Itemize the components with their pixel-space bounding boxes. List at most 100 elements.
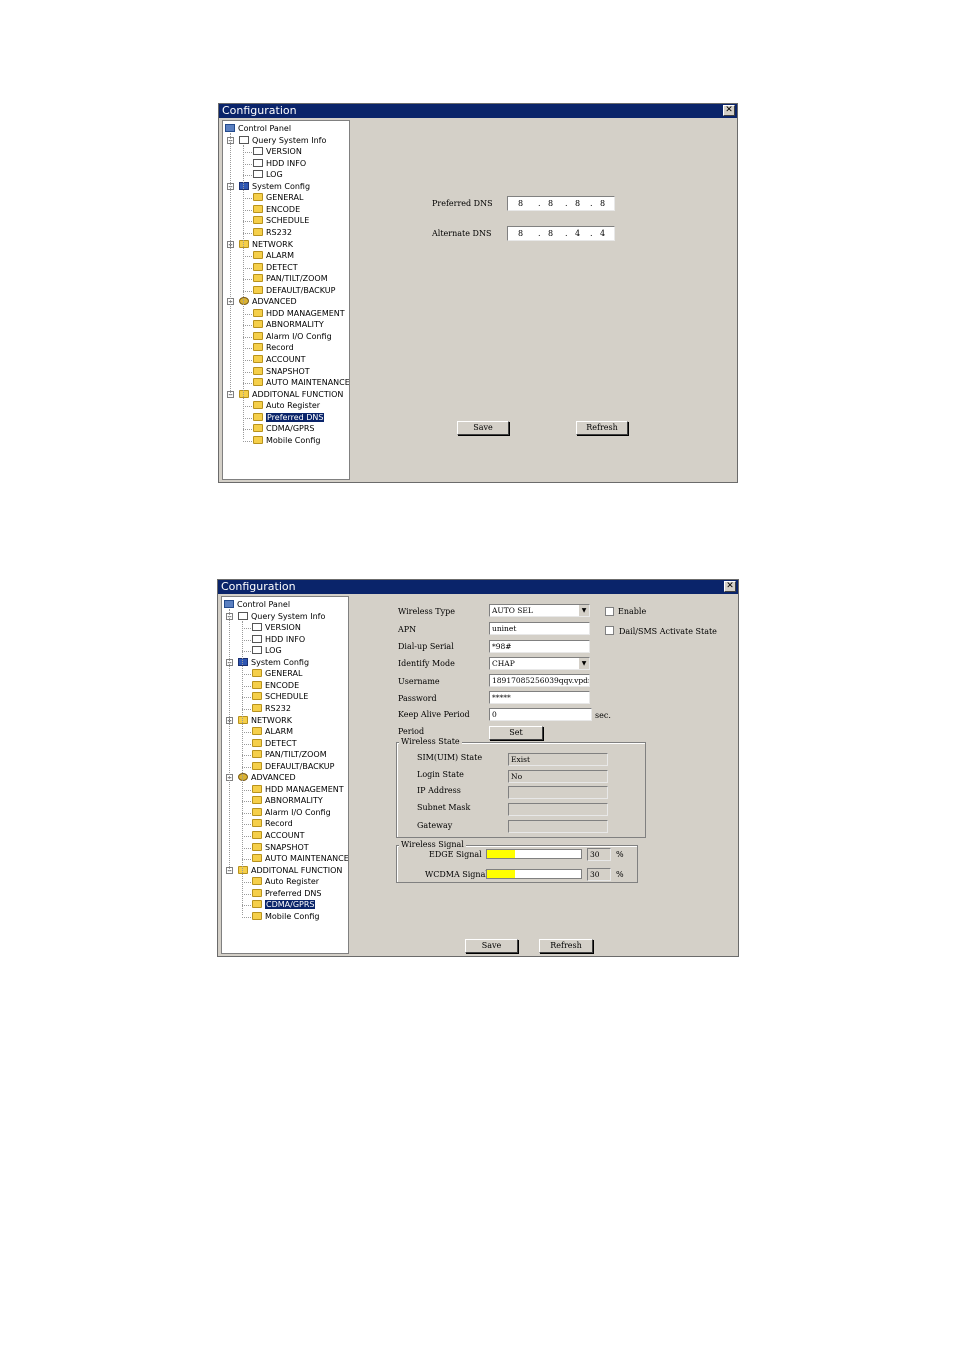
ip-octet: 8 [600,199,606,208]
refresh-button[interactable]: Refresh [576,421,628,435]
tree-item[interactable]: HDD INFO [253,158,306,169]
folder-icon [252,831,262,839]
alternate-dns-input[interactable]: 8. 8. 4. 4 [507,226,615,241]
username-input[interactable]: 18917085256039qqv.vpdn [489,674,590,687]
identify-mode-select[interactable]: CHAP ▼ [489,657,590,670]
tree-item[interactable]: AUTO MAINTENANCE [253,377,349,388]
tree-item[interactable]: ACCOUNT [253,354,306,365]
wireless-type-label: Wireless Type [398,607,455,616]
dialup-serial-input[interactable]: *98# [489,640,590,653]
tree-item[interactable]: PAN/TILT/ZOOM [253,273,328,284]
edge-percent: % [616,850,624,859]
tree-item[interactable]: Record [252,818,293,829]
tree-item[interactable]: CDMA/GPRS [252,899,316,910]
wireless-type-select[interactable]: AUTO SEL ▼ [489,604,590,617]
tree-item[interactable]: Preferred DNS [252,888,321,899]
tree-item-label: Alarm I/O Config [266,331,332,341]
save-button[interactable]: Save [457,421,509,435]
tree-item[interactable]: Mobile Config [253,435,320,446]
tree-item-label: CDMA/GPRS [266,424,315,434]
folder-icon [252,703,262,712]
save-button[interactable]: Save [465,939,518,953]
close-icon[interactable]: ✕ [723,105,735,116]
tree-item[interactable]: Control Panel [224,599,290,610]
tree-item[interactable]: NETWORK [239,239,293,250]
tree-item[interactable]: AUTO MAINTENANCE [252,853,349,864]
tree-item[interactable]: VERSION [253,146,302,157]
tree-item[interactable]: NETWORK [238,715,292,726]
note-icon [252,623,262,632]
set-button[interactable]: Set [489,726,543,740]
tree-item[interactable]: Record [253,342,294,353]
tree-item[interactable]: Auto Register [252,876,319,887]
tree-item[interactable]: ENCODE [252,680,299,691]
tree-item-label: HDD INFO [266,158,307,168]
tree-item[interactable]: ENCODE [253,204,300,215]
tree-item[interactable]: Mobile Config [252,911,319,922]
tree-item[interactable]: GENERAL [252,668,302,679]
password-input[interactable]: ***** [489,691,590,704]
tree-item[interactable]: Alarm I/O Config [253,331,332,342]
folder-icon [253,308,263,317]
tree-item[interactable]: ADDITONAL FUNCTION [238,865,342,876]
period-label: Period [398,727,425,736]
ip-octet: 8 [548,229,554,238]
apn-input[interactable]: uninet [489,622,590,635]
keep-alive-label: Keep Alive Period [398,710,470,719]
tree-item[interactable]: DETECT [252,738,297,749]
enable-checkbox[interactable] [605,607,614,616]
tree-item[interactable]: HDD MANAGEMENT [252,784,344,795]
tree-item[interactable]: GENERAL [253,192,303,203]
refresh-button[interactable]: Refresh [539,939,593,953]
tree-item[interactable]: DETECT [253,262,298,273]
folder-icon [253,193,263,202]
tree-item[interactable]: LOG [253,169,283,180]
tree-item[interactable]: ADVANCED [239,296,297,307]
tree-item[interactable]: HDD MANAGEMENT [253,308,345,319]
tree-item[interactable]: RS232 [252,703,291,714]
tree-item[interactable]: CDMA/GPRS [253,423,314,434]
tree-item[interactable]: ABNORMALITY [253,319,324,330]
tree-item[interactable]: VERSION [252,622,301,633]
tree-item[interactable]: SCHEDULE [252,691,308,702]
tree-item-label: Mobile Config [265,911,320,921]
note-icon [238,611,248,620]
tree-item[interactable]: ALARM [252,726,293,737]
tree-item[interactable]: Auto Register [253,400,320,411]
tree-item[interactable]: SNAPSHOT [253,366,310,377]
tree-item[interactable]: Preferred DNS [253,412,325,423]
close-icon[interactable]: ✕ [724,581,736,592]
tree-item[interactable]: Control Panel [225,123,291,134]
tree-item[interactable]: SCHEDULE [253,215,309,226]
tree-item[interactable]: System Config [239,181,310,192]
tree-item[interactable]: Query System Info [239,135,326,146]
preferred-dns-input[interactable]: 8. 8. 8. 8 [507,196,615,211]
folder-icon [252,911,262,920]
tree-item-label: Record [265,819,293,829]
keep-alive-input[interactable]: 0 [489,708,592,721]
tree-item[interactable]: Alarm I/O Config [252,807,331,818]
tree-item[interactable]: HDD INFO [252,634,305,645]
tree-item-label: AUTO MAINTENANCE [265,854,349,864]
chevron-down-icon[interactable]: ▼ [578,658,589,669]
tree-item[interactable]: LOG [252,645,282,656]
tree-item[interactable]: Query System Info [238,611,325,622]
chevron-down-icon[interactable]: ▼ [578,605,589,616]
tree-item[interactable]: ADVANCED [238,772,296,783]
tree-item[interactable]: RS232 [253,227,292,238]
tree-item-label: SNAPSHOT [265,842,309,852]
folder-icon [252,750,262,759]
dial-sms-checkbox[interactable] [605,626,614,635]
tree-item[interactable]: DEFAULT/BACKUP [253,285,335,296]
tree-item[interactable]: PAN/TILT/ZOOM [252,749,327,760]
system-icon [238,657,248,666]
tree-item[interactable]: ALARM [253,250,294,261]
tree-item[interactable]: ACCOUNT [252,830,305,841]
tree-item[interactable]: ABNORMALITY [252,795,323,806]
tree-item[interactable]: ADDITONAL FUNCTION [239,389,343,400]
wireless-state-title: Wireless State [399,737,462,747]
tree-item[interactable]: DEFAULT/BACKUP [252,761,334,772]
tree-item[interactable]: System Config [238,657,309,668]
wcdma-signal-value: 30 [587,868,611,881]
tree-item[interactable]: SNAPSHOT [252,842,309,853]
